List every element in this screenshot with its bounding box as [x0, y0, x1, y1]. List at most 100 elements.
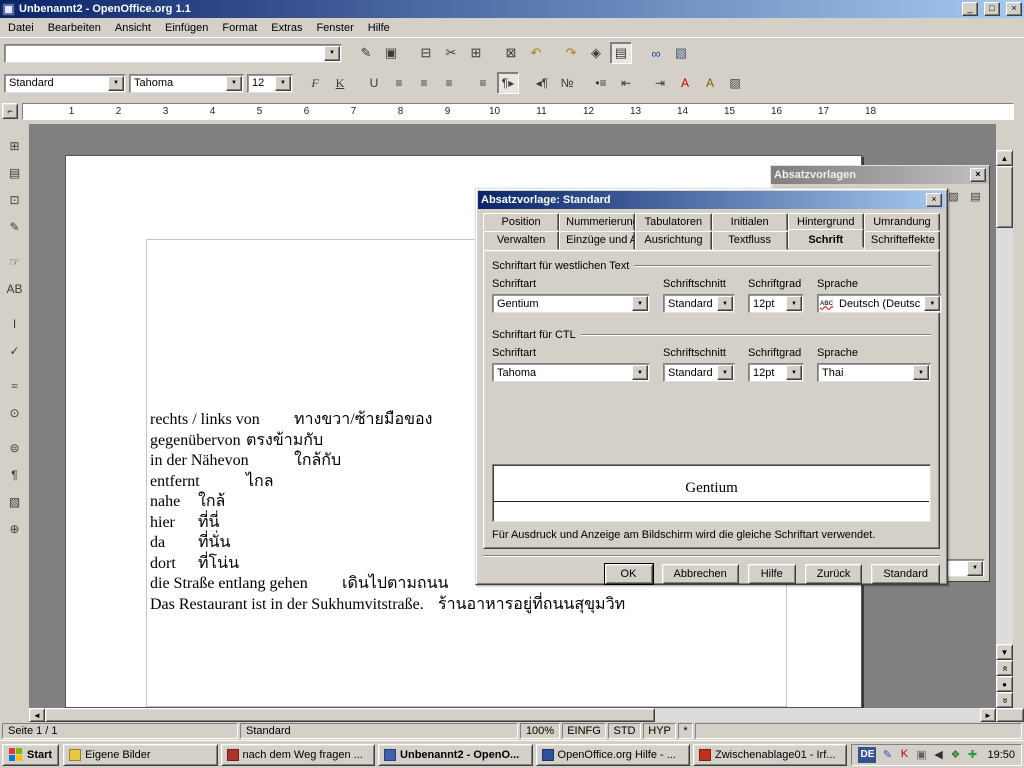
tab-schrift[interactable]: Schrift	[788, 229, 864, 248]
autospellcheck-icon[interactable]: ≈	[3, 374, 27, 398]
close-button[interactable]: ×	[1006, 2, 1022, 16]
insert-fields-icon[interactable]: ▤	[3, 161, 27, 185]
stylist-close-button[interactable]: ×	[970, 168, 986, 182]
save-icon[interactable]: ▣	[380, 42, 402, 64]
stylist-titlebar[interactable]: Absatzvorlagen ×	[771, 166, 989, 184]
increase-indent-button[interactable]: ⇥	[649, 72, 671, 94]
form-functions-icon[interactable]: ☞	[3, 250, 27, 274]
align-center-button[interactable]: ≡	[413, 72, 435, 94]
back-button[interactable]: Zurück	[805, 564, 863, 584]
ctl-size-arrow[interactable]: ▼	[786, 365, 802, 380]
menu-datei[interactable]: Datei	[1, 19, 41, 37]
stylist-filter-arrow[interactable]: ▼	[967, 561, 983, 576]
underline-button[interactable]: U	[363, 72, 385, 94]
insert-object-icon[interactable]: ⊡	[3, 188, 27, 212]
western-font-arrow[interactable]: ▼	[632, 296, 648, 311]
ok-button[interactable]: OK	[605, 564, 653, 584]
status-hyperlink-mode[interactable]: HYP	[643, 723, 676, 739]
align-left-button[interactable]: ≡	[388, 72, 410, 94]
previous-page-button[interactable]: «	[996, 660, 1013, 676]
graphics-icon[interactable]: ▧	[3, 490, 27, 514]
url-dropdown-arrow[interactable]: ▼	[324, 46, 340, 61]
navigator-icon[interactable]: ◈	[585, 42, 607, 64]
minimize-button[interactable]: _	[962, 2, 978, 16]
taskbar-task[interactable]: OpenOffice.org Hilfe - ...	[536, 744, 690, 766]
find-icon[interactable]: ⊙	[3, 401, 27, 425]
font-dropdown-arrow[interactable]: ▼	[226, 76, 242, 91]
italic-button[interactable]: K	[329, 72, 351, 94]
bold-button[interactable]: F	[304, 72, 326, 94]
vertical-scrollbar[interactable]: ▲ ▼ « ● »	[996, 124, 1013, 708]
undo-icon[interactable]: ↶	[525, 42, 547, 64]
western-size-select[interactable]: 12pt ▼	[748, 294, 804, 313]
menu-bearbeiten[interactable]: Bearbeiten	[41, 19, 108, 37]
scroll-up-button[interactable]: ▲	[996, 150, 1013, 166]
document-line[interactable]: Das Restaurant ist in der Sukhumvitstraß…	[150, 595, 786, 616]
gallery-icon[interactable]: ▧	[670, 42, 692, 64]
scroll-right-button[interactable]: ►	[980, 708, 996, 722]
next-page-button[interactable]: »	[996, 692, 1013, 708]
status-zoom[interactable]: 100%	[520, 723, 560, 739]
taskbar-task[interactable]: nach dem Weg fragen ...	[221, 744, 375, 766]
autotext-icon[interactable]: AB	[3, 277, 27, 301]
new-style-from-selection-icon[interactable]: ▤	[966, 187, 985, 206]
status-page-style[interactable]: Standard	[240, 723, 518, 739]
tab-tabulatoren[interactable]: Tabulatoren	[635, 213, 711, 231]
tab-ausrichtung[interactable]: Ausrichtung	[635, 231, 711, 250]
paste-icon[interactable]: ⊠	[500, 42, 522, 64]
cancel-button[interactable]: Abbrechen	[662, 564, 739, 584]
status-selection-mode[interactable]: STD	[608, 723, 641, 739]
tab-umrandung[interactable]: Umrandung	[864, 213, 940, 231]
taskbar-task[interactable]: Zwischenablage01 - Irf...	[693, 744, 847, 766]
tray-pen-icon[interactable]: ✎	[880, 748, 894, 761]
paragraph-style-select[interactable]: Standard ▼	[4, 74, 126, 93]
data-sources-icon[interactable]: ⊜	[3, 436, 27, 460]
standard-button[interactable]: Standard	[871, 564, 940, 584]
tab-nummerierung[interactable]: Nummerierung	[559, 213, 635, 231]
direct-cursor-icon[interactable]: I	[3, 312, 27, 336]
language-indicator[interactable]: DE	[858, 747, 876, 763]
rtl-button[interactable]: ◂¶	[531, 72, 553, 94]
insert-table-icon[interactable]: ⊞	[3, 134, 27, 158]
nonprinting-chars-icon[interactable]: ¶	[3, 463, 27, 487]
background-button[interactable]: ▨	[724, 72, 746, 94]
navigation-button[interactable]: ●	[996, 676, 1013, 692]
help-button[interactable]: Hilfe	[748, 564, 796, 584]
align-right-button[interactable]: ≡	[438, 72, 460, 94]
western-size-arrow[interactable]: ▼	[786, 296, 802, 311]
menu-einfuegen[interactable]: Einfügen	[158, 19, 215, 37]
redo-icon[interactable]: ↷	[560, 42, 582, 64]
tray-k-icon[interactable]: K	[897, 748, 911, 761]
decrease-indent-button[interactable]: ⇤	[615, 72, 637, 94]
tray-update-icon[interactable]: ✚	[965, 748, 979, 761]
western-language-arrow[interactable]: ▼	[924, 296, 940, 311]
align-justify-button[interactable]: ≡	[472, 72, 494, 94]
tray-shield-icon[interactable]: ❖	[948, 748, 962, 761]
window-titlebar[interactable]: Unbenannt2 - OpenOffice.org 1.1 _ □ ×	[0, 0, 1024, 18]
bullets-button[interactable]: •≡	[590, 72, 612, 94]
tab-stop-selector[interactable]: ⌐	[2, 103, 18, 119]
cut-icon[interactable]: ✂	[440, 42, 462, 64]
tab-einzuege[interactable]: Einzüge und Abstände	[559, 231, 635, 250]
menu-hilfe[interactable]: Hilfe	[361, 19, 397, 37]
western-style-select[interactable]: Standard ▼	[663, 294, 735, 313]
scroll-down-button[interactable]: ▼	[996, 644, 1013, 660]
numbering-button[interactable]: №	[556, 72, 578, 94]
menu-extras[interactable]: Extras	[264, 19, 309, 37]
style-dropdown-arrow[interactable]: ▼	[108, 76, 124, 91]
horizontal-scrollbar[interactable]: ◄ ►	[29, 708, 996, 722]
menu-format[interactable]: Format	[215, 19, 264, 37]
start-button[interactable]: Start	[2, 744, 59, 766]
tab-initialen[interactable]: Initialen	[712, 213, 788, 231]
edit-file-icon[interactable]: ✎	[355, 42, 377, 64]
spellcheck-icon[interactable]: ✓	[3, 339, 27, 363]
western-language-select[interactable]: ABC Deutsch (Deutsc ▼	[817, 294, 942, 313]
menu-fenster[interactable]: Fenster	[309, 19, 360, 37]
tab-schrifteffekte[interactable]: Schrifteffekte	[864, 231, 940, 250]
scroll-left-button[interactable]: ◄	[29, 708, 45, 722]
ctl-size-select[interactable]: 12pt ▼	[748, 363, 804, 382]
tab-verwalten[interactable]: Verwalten	[483, 231, 559, 250]
taskbar-task[interactable]: Eigene Bilder	[63, 744, 217, 766]
font-color-button[interactable]: A	[674, 72, 696, 94]
copy-icon[interactable]: ⊞	[465, 42, 487, 64]
